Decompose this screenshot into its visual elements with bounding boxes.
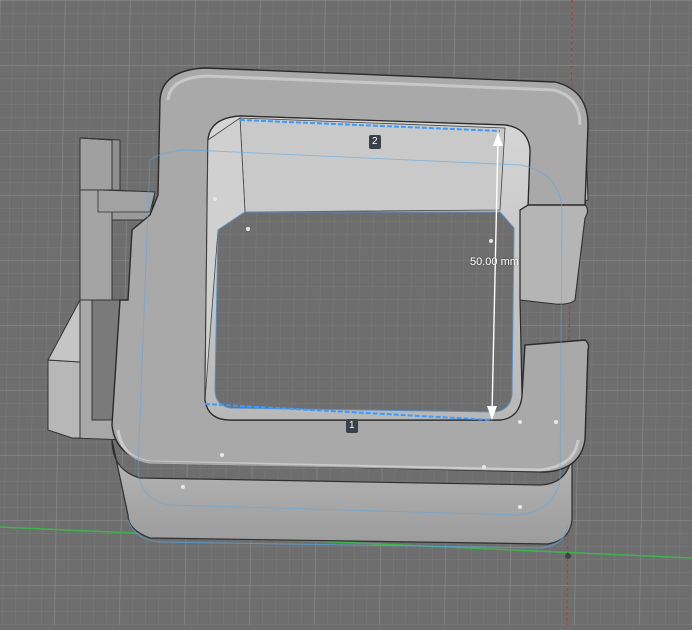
back-inner-wall	[239, 117, 506, 213]
edge-label-2[interactable]: 2	[369, 135, 381, 149]
edge-label-1[interactable]: 1	[346, 419, 358, 433]
3d-viewport[interactable]: 2 1 50.00 mm	[0, 0, 692, 626]
origin-point	[565, 553, 571, 559]
scene-canvas[interactable]	[0, 0, 692, 626]
dimension-value[interactable]: 50.00 mm	[470, 256, 519, 268]
